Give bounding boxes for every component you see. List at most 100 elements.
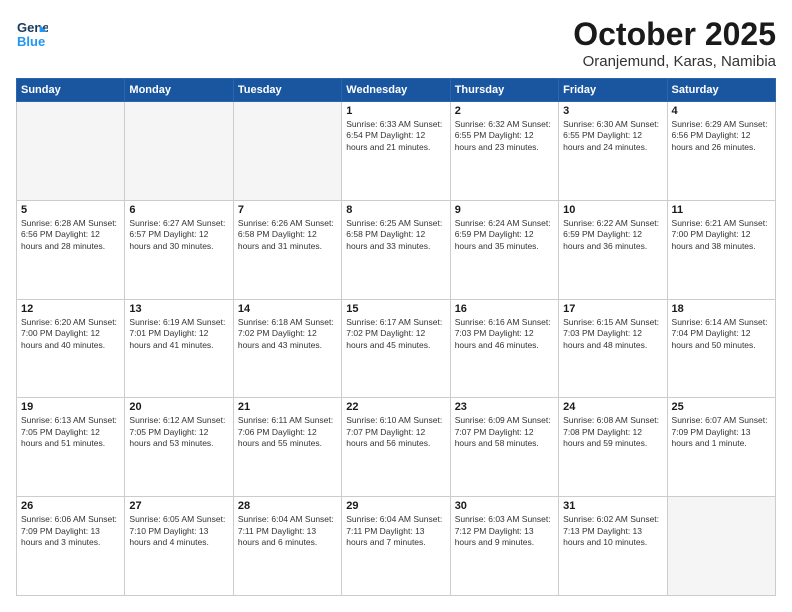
svg-text:Blue: Blue: [17, 34, 45, 49]
weekday-header-sunday: Sunday: [17, 79, 125, 102]
day-number: 31: [563, 500, 662, 512]
day-number: 11: [672, 204, 771, 216]
day-info: Sunrise: 6:07 AM Sunset: 7:09 PM Dayligh…: [672, 415, 771, 449]
calendar-cell: [125, 102, 233, 201]
day-number: 17: [563, 303, 662, 315]
day-info: Sunrise: 6:04 AM Sunset: 7:11 PM Dayligh…: [238, 514, 337, 548]
weekday-header-thursday: Thursday: [450, 79, 558, 102]
day-info: Sunrise: 6:10 AM Sunset: 7:07 PM Dayligh…: [346, 415, 445, 449]
day-number: 19: [21, 401, 120, 413]
day-number: 28: [238, 500, 337, 512]
day-number: 27: [129, 500, 228, 512]
calendar-cell: 8Sunrise: 6:25 AM Sunset: 6:58 PM Daylig…: [342, 200, 450, 299]
calendar-cell: 21 Sunrise: 6:11 AM Sunset: 7:06 PM Dayli…: [233, 398, 341, 497]
day-number: 26: [21, 500, 120, 512]
calendar-cell: [667, 497, 775, 596]
weekday-header-monday: Monday: [125, 79, 233, 102]
location-subtitle: Oranjemund, Karas, Namibia: [573, 53, 776, 70]
day-number: 2: [455, 105, 554, 117]
day-info: Sunrise: 6:12 AM Sunset: 7:05 PM Dayligh…: [129, 415, 228, 449]
day-info: Sunrise: 6:29 AM Sunset: 6:56 PM Dayligh…: [672, 119, 771, 153]
calendar-table: SundayMondayTuesdayWednesdayThursdayFrid…: [16, 78, 776, 596]
day-info: Sunrise: 6:25 AM Sunset: 6:58 PM Dayligh…: [346, 218, 445, 252]
day-number: 1: [346, 105, 445, 117]
day-number: 3: [563, 105, 662, 117]
day-number: 13: [129, 303, 228, 315]
calendar-cell: [17, 102, 125, 201]
calendar-cell: 25 Sunrise: 6:07 AM Sunset: 7:09 PM Dayli…: [667, 398, 775, 497]
calendar-cell: 6Sunrise: 6:27 AM Sunset: 6:57 PM Daylig…: [125, 200, 233, 299]
title-area: October 2025 Oranjemund, Karas, Namibia: [573, 16, 776, 70]
day-info: Sunrise: 6:28 AM Sunset: 6:56 PM Dayligh…: [21, 218, 120, 252]
day-number: 23: [455, 401, 554, 413]
calendar-cell: 27 Sunrise: 6:05 AM Sunset: 7:10 PM Dayli…: [125, 497, 233, 596]
calendar-cell: 9Sunrise: 6:24 AM Sunset: 6:59 PM Daylig…: [450, 200, 558, 299]
page: General Blue October 2025 Oranjemund, Ka…: [0, 0, 792, 612]
day-info: Sunrise: 6:05 AM Sunset: 7:10 PM Dayligh…: [129, 514, 228, 548]
month-title: October 2025: [573, 16, 776, 53]
day-number: 7: [238, 204, 337, 216]
calendar-cell: 4 Sunrise: 6:29 AM Sunset: 6:56 PM Daylig…: [667, 102, 775, 201]
week-row-5: 26 Sunrise: 6:06 AM Sunset: 7:09 PM Dayli…: [17, 497, 776, 596]
calendar-cell: 17Sunrise: 6:15 AM Sunset: 7:03 PM Dayli…: [559, 299, 667, 398]
weekday-header-wednesday: Wednesday: [342, 79, 450, 102]
day-info: Sunrise: 6:11 AM Sunset: 7:06 PM Dayligh…: [238, 415, 337, 449]
day-info: Sunrise: 6:19 AM Sunset: 7:01 PM Dayligh…: [129, 317, 228, 351]
calendar-cell: 19Sunrise: 6:13 AM Sunset: 7:05 PM Dayli…: [17, 398, 125, 497]
week-row-3: 12Sunrise: 6:20 AM Sunset: 7:00 PM Dayli…: [17, 299, 776, 398]
day-info: Sunrise: 6:26 AM Sunset: 6:58 PM Dayligh…: [238, 218, 337, 252]
day-info: Sunrise: 6:30 AM Sunset: 6:55 PM Dayligh…: [563, 119, 662, 153]
day-info: Sunrise: 6:24 AM Sunset: 6:59 PM Dayligh…: [455, 218, 554, 252]
weekday-header-friday: Friday: [559, 79, 667, 102]
calendar-header: SundayMondayTuesdayWednesdayThursdayFrid…: [17, 79, 776, 102]
day-info: Sunrise: 6:09 AM Sunset: 7:07 PM Dayligh…: [455, 415, 554, 449]
day-number: 30: [455, 500, 554, 512]
week-row-4: 19Sunrise: 6:13 AM Sunset: 7:05 PM Dayli…: [17, 398, 776, 497]
day-number: 18: [672, 303, 771, 315]
calendar-cell: 10Sunrise: 6:22 AM Sunset: 6:59 PM Dayli…: [559, 200, 667, 299]
day-number: 20: [129, 401, 228, 413]
calendar-cell: 12Sunrise: 6:20 AM Sunset: 7:00 PM Dayli…: [17, 299, 125, 398]
calendar-body: 1 Sunrise: 6:33 AM Sunset: 6:54 PM Daylig…: [17, 102, 776, 596]
day-info: Sunrise: 6:06 AM Sunset: 7:09 PM Dayligh…: [21, 514, 120, 548]
day-number: 5: [21, 204, 120, 216]
day-info: Sunrise: 6:16 AM Sunset: 7:03 PM Dayligh…: [455, 317, 554, 351]
calendar-cell: 28 Sunrise: 6:04 AM Sunset: 7:11 PM Dayli…: [233, 497, 341, 596]
logo-svg: General Blue: [16, 16, 48, 52]
day-info: Sunrise: 6:27 AM Sunset: 6:57 PM Dayligh…: [129, 218, 228, 252]
week-row-1: 1 Sunrise: 6:33 AM Sunset: 6:54 PM Daylig…: [17, 102, 776, 201]
calendar-cell: 30Sunrise: 6:03 AM Sunset: 7:12 PM Dayli…: [450, 497, 558, 596]
day-number: 16: [455, 303, 554, 315]
calendar-cell: 31 Sunrise: 6:02 AM Sunset: 7:13 PM Dayli…: [559, 497, 667, 596]
calendar-cell: 16 Sunrise: 6:16 AM Sunset: 7:03 PM Dayli…: [450, 299, 558, 398]
calendar-cell: 29Sunrise: 6:04 AM Sunset: 7:11 PM Dayli…: [342, 497, 450, 596]
calendar-cell: 18 Sunrise: 6:14 AM Sunset: 7:04 PM Dayli…: [667, 299, 775, 398]
day-info: Sunrise: 6:33 AM Sunset: 6:54 PM Dayligh…: [346, 119, 445, 153]
calendar-cell: 20 Sunrise: 6:12 AM Sunset: 7:05 PM Dayli…: [125, 398, 233, 497]
day-number: 21: [238, 401, 337, 413]
calendar-cell: 13 Sunrise: 6:19 AM Sunset: 7:01 PM Dayli…: [125, 299, 233, 398]
weekday-header-tuesday: Tuesday: [233, 79, 341, 102]
weekday-row: SundayMondayTuesdayWednesdayThursdayFrid…: [17, 79, 776, 102]
day-info: Sunrise: 6:02 AM Sunset: 7:13 PM Dayligh…: [563, 514, 662, 548]
calendar-cell: 23 Sunrise: 6:09 AM Sunset: 7:07 PM Dayli…: [450, 398, 558, 497]
day-info: Sunrise: 6:22 AM Sunset: 6:59 PM Dayligh…: [563, 218, 662, 252]
day-info: Sunrise: 6:08 AM Sunset: 7:08 PM Dayligh…: [563, 415, 662, 449]
day-number: 24: [563, 401, 662, 413]
weekday-header-saturday: Saturday: [667, 79, 775, 102]
day-info: Sunrise: 6:04 AM Sunset: 7:11 PM Dayligh…: [346, 514, 445, 548]
calendar-cell: [233, 102, 341, 201]
day-info: Sunrise: 6:20 AM Sunset: 7:00 PM Dayligh…: [21, 317, 120, 351]
calendar-cell: 14Sunrise: 6:18 AM Sunset: 7:02 PM Dayli…: [233, 299, 341, 398]
day-number: 25: [672, 401, 771, 413]
day-info: Sunrise: 6:14 AM Sunset: 7:04 PM Dayligh…: [672, 317, 771, 351]
day-info: Sunrise: 6:32 AM Sunset: 6:55 PM Dayligh…: [455, 119, 554, 153]
calendar-cell: 15Sunrise: 6:17 AM Sunset: 7:02 PM Dayli…: [342, 299, 450, 398]
calendar-cell: 1 Sunrise: 6:33 AM Sunset: 6:54 PM Daylig…: [342, 102, 450, 201]
week-row-2: 5 Sunrise: 6:28 AM Sunset: 6:56 PM Daylig…: [17, 200, 776, 299]
day-info: Sunrise: 6:21 AM Sunset: 7:00 PM Dayligh…: [672, 218, 771, 252]
day-number: 4: [672, 105, 771, 117]
calendar-cell: 24 Sunrise: 6:08 AM Sunset: 7:08 PM Dayli…: [559, 398, 667, 497]
calendar-cell: 22Sunrise: 6:10 AM Sunset: 7:07 PM Dayli…: [342, 398, 450, 497]
calendar-cell: 5 Sunrise: 6:28 AM Sunset: 6:56 PM Daylig…: [17, 200, 125, 299]
